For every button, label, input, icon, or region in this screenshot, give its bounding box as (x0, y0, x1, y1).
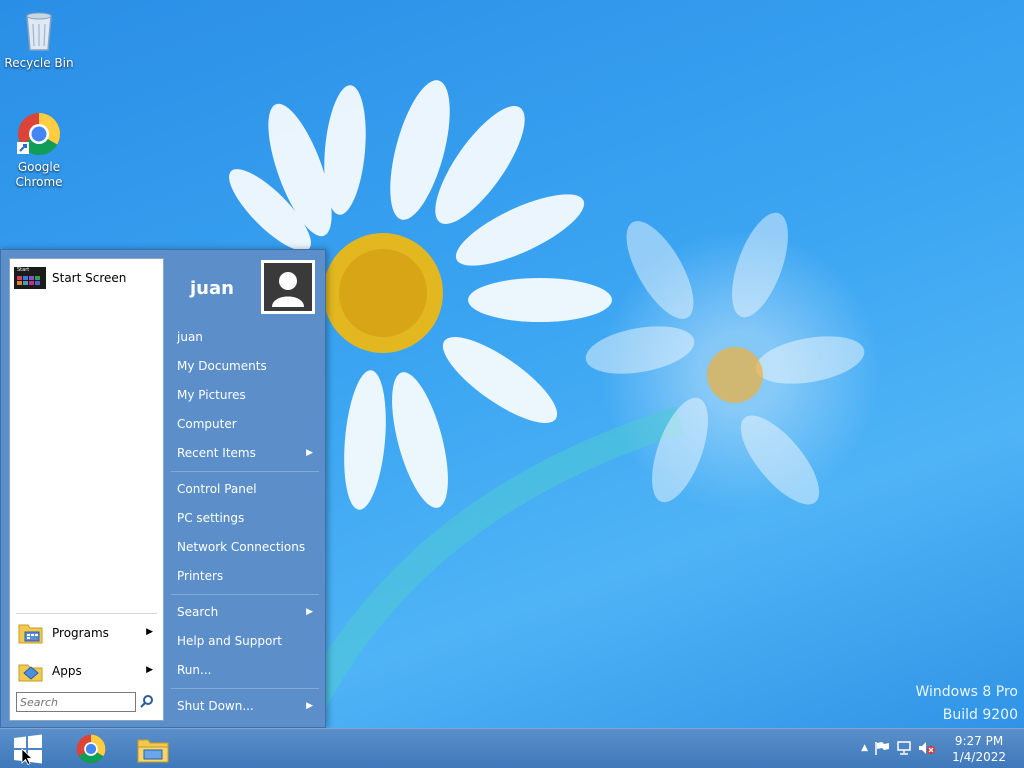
chevron-right-icon: ▶ (306, 607, 313, 617)
user-name-heading: juan (190, 278, 234, 299)
network-icon[interactable] (896, 741, 912, 758)
start-button[interactable] (10, 733, 46, 765)
menu-item-label: Printers (177, 569, 224, 583)
start-screen-thumbnail-icon: Start (14, 267, 46, 289)
menu-item-shut-down[interactable]: Shut Down... ▶ (171, 693, 319, 719)
programs-item[interactable]: Programs ▶ (10, 614, 163, 652)
show-hidden-icons-button[interactable]: ▲ (861, 741, 868, 758)
apps-icon (18, 659, 44, 683)
clock-date: 1/4/2022 (952, 750, 1006, 764)
build-number-text: Build 9200 (942, 707, 1018, 723)
taskbar-chrome-button[interactable] (73, 733, 109, 765)
menu-item-label: My Documents (177, 359, 267, 373)
menu-item-my-pictures[interactable]: My Pictures (171, 382, 319, 408)
chevron-right-icon: ▶ (146, 627, 153, 637)
volume-muted-icon[interactable] (918, 741, 936, 758)
taskbar-file-explorer-button[interactable] (135, 733, 171, 765)
menu-item-label: Control Panel (177, 482, 257, 496)
menu-item-label: Run... (177, 663, 212, 677)
menu-item-label: Network Connections (177, 540, 306, 554)
menu-item-pc-settings[interactable]: PC settings (171, 505, 319, 531)
windows-edition-text: Windows 8 Pro (915, 684, 1018, 700)
programs-label: Programs (52, 626, 109, 640)
start-search-input[interactable] (16, 692, 136, 712)
taskbar: ▲ 9:27 PM 1/4/2022 (0, 728, 1024, 768)
menu-item-computer[interactable]: Computer (171, 411, 319, 437)
menu-item-recent-items[interactable]: Recent Items ▶ (171, 440, 319, 466)
user-icon (264, 263, 312, 311)
clock-time: 9:27 PM (954, 734, 1004, 748)
chrome-label: Google Chrome (15, 160, 63, 189)
start-menu: Start Start Screen Programs ▶ Apps ▶ Sea… (0, 249, 326, 728)
chevron-right-icon: ▶ (306, 701, 313, 711)
menu-item-my-documents[interactable]: My Documents (171, 353, 319, 379)
start-menu-left-pane: Start Start Screen Programs ▶ Apps ▶ Sea… (9, 258, 164, 721)
taskbar-clock[interactable]: 9:27 PM 1/4/2022 (952, 733, 1006, 765)
menu-item-label: Help and Support (177, 634, 282, 648)
chevron-right-icon: ▶ (306, 448, 313, 458)
menu-item-user-folder[interactable]: juan (171, 324, 319, 350)
start-search-row (16, 690, 157, 714)
menu-item-search[interactable]: Search ▶ (171, 599, 319, 625)
start-menu-left-bottom: Programs ▶ Apps ▶ (10, 613, 163, 720)
chrome-icon (17, 112, 61, 156)
menu-separator (171, 471, 319, 472)
menu-item-label: Search (177, 605, 219, 619)
menu-separator (171, 688, 319, 689)
menu-item-label: Computer (177, 417, 237, 431)
recycle-bin-label: Recycle Bin (4, 56, 74, 70)
menu-item-label: juan (177, 330, 203, 344)
system-tray: ▲ (861, 741, 936, 758)
windows-logo-icon (14, 734, 42, 765)
flag-icon[interactable] (874, 741, 890, 758)
menu-item-printers[interactable]: Printers (171, 563, 319, 589)
recycle-bin-icon[interactable]: Recycle Bin (4, 8, 74, 71)
menu-item-network-connections[interactable]: Network Connections (171, 534, 319, 560)
menu-item-control-panel[interactable]: Control Panel (171, 476, 319, 502)
start-screen-label: Start Screen (52, 271, 127, 285)
menu-item-help-and-support[interactable]: Help and Support (171, 628, 319, 654)
apps-label: Apps (52, 664, 82, 678)
file-explorer-icon (137, 739, 169, 763)
menu-item-label: PC settings (177, 511, 245, 525)
menu-item-run[interactable]: Run... (171, 657, 319, 683)
chevron-right-icon: ▶ (146, 665, 153, 675)
menu-separator (171, 594, 319, 595)
start-screen-item[interactable]: Start Start Screen (14, 267, 126, 289)
trash-icon (17, 8, 61, 52)
search-icon[interactable] (140, 694, 154, 711)
user-avatar[interactable] (261, 260, 315, 314)
chrome-icon (76, 734, 106, 764)
programs-icon (18, 621, 44, 645)
menu-item-label: Recent Items (177, 446, 256, 460)
start-menu-right-pane: juan juan My Documents My Pictures Compu… (164, 250, 326, 727)
google-chrome-shortcut[interactable]: Google Chrome (4, 112, 74, 190)
menu-item-label: Shut Down... (177, 699, 254, 713)
apps-item[interactable]: Apps ▶ (10, 652, 163, 690)
menu-item-label: My Pictures (177, 388, 246, 402)
